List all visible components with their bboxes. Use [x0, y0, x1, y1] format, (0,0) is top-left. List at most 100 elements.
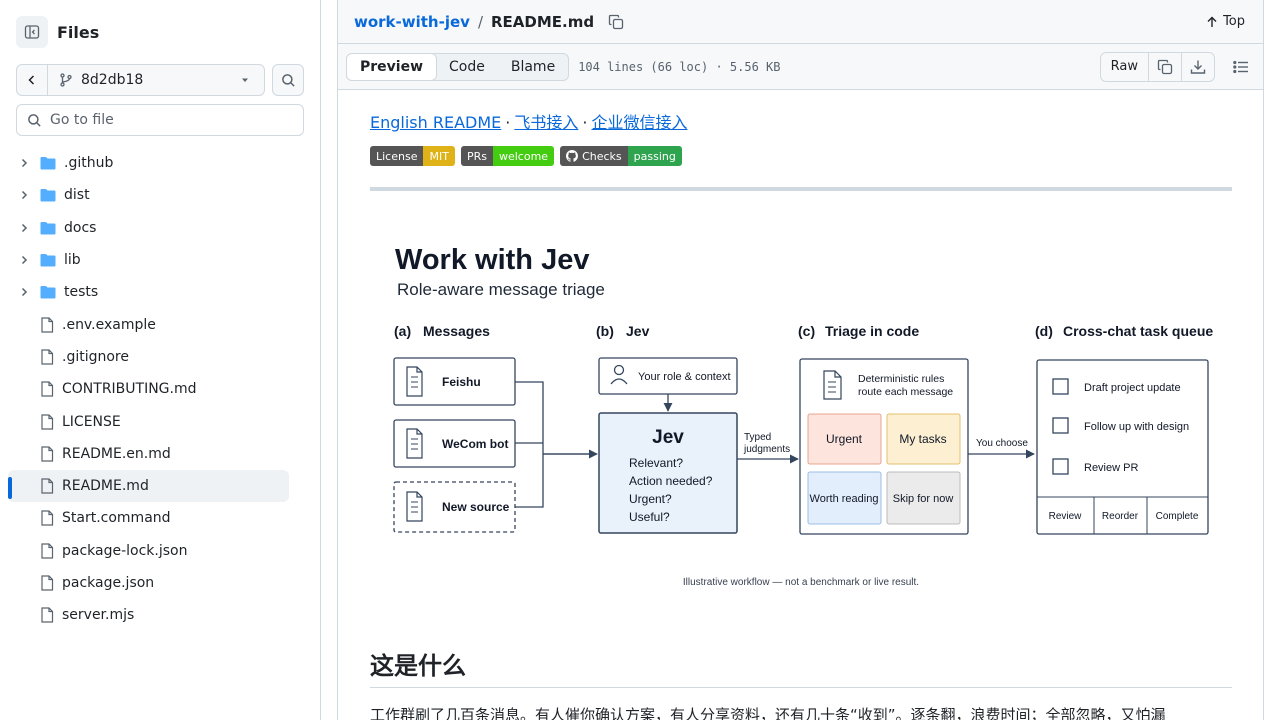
svg-text:Review PR: Review PR	[1084, 462, 1138, 474]
sidebar-collapse-icon	[24, 25, 40, 39]
sidebar-title: Files	[57, 22, 100, 42]
copy-raw-button[interactable]	[1148, 52, 1181, 81]
section-c-title: Triage in code	[825, 323, 919, 339]
tree-item-gitignore[interactable]: .gitignore	[8, 341, 289, 373]
folder-icon	[40, 157, 56, 170]
arrow-you-choose-label: You choose	[976, 438, 1028, 449]
svg-text:WeCom bot: WeCom bot	[442, 437, 508, 451]
link-english-readme[interactable]: English README	[370, 113, 501, 132]
git-branch-icon	[60, 73, 72, 87]
collapse-sidebar-button[interactable]	[16, 16, 48, 48]
link-feishu[interactable]: 飞书接入	[514, 113, 578, 132]
tree-item-label: LICENSE	[62, 413, 121, 430]
source-new: New source	[393, 481, 516, 533]
file-icon	[41, 349, 54, 365]
tab-blame[interactable]: Blame	[498, 54, 568, 80]
list-icon	[1233, 60, 1248, 73]
tree-item-env-example[interactable]: .env.example	[8, 308, 289, 340]
badges: License MIT PRs welcome Checks passing	[370, 146, 1232, 166]
tree-item-label: tests	[64, 284, 99, 301]
back-button[interactable]	[17, 65, 48, 95]
svg-text:route each message: route each message	[858, 386, 953, 398]
tree-item-label: README.md	[62, 478, 149, 495]
svg-text:Follow up with design: Follow up with design	[1084, 421, 1189, 433]
file-icon	[41, 413, 54, 430]
svg-text:Action needed?: Action needed?	[629, 474, 713, 488]
tree-item-lib[interactable]: lib	[8, 244, 289, 276]
file-toolbar: Preview Code Blame 104 lines (66 loc) · …	[338, 44, 1263, 90]
tree-item-github[interactable]: .github	[8, 147, 289, 179]
tree-item-start-command[interactable]: Start.command	[8, 502, 289, 534]
copy-icon	[1157, 59, 1173, 74]
branch-selector[interactable]: 8d2db18	[16, 64, 265, 96]
github-icon	[566, 150, 579, 162]
svg-text:Review: Review	[1049, 511, 1083, 522]
breadcrumb-repo-link[interactable]: work-with-jev	[354, 13, 470, 31]
svg-text:Your role & context: Your role & context	[638, 371, 731, 383]
folder-icon	[40, 286, 56, 299]
tree-item-label: package-lock.json	[62, 542, 188, 559]
tree-item-server[interactable]: server.mjs	[8, 599, 289, 631]
file-actions: Raw	[1099, 51, 1215, 82]
tree-item-contributing[interactable]: CONTRIBUTING.md	[8, 373, 289, 405]
figure-title: Work with Jev	[395, 244, 589, 276]
chevron-left-icon	[28, 75, 35, 85]
go-to-file-field[interactable]	[16, 104, 304, 136]
tree-item-license[interactable]: LICENSE	[8, 405, 289, 437]
triage-box: Deterministic rules route each message U…	[799, 358, 969, 535]
divider	[370, 187, 1232, 191]
license-badge[interactable]: License MIT	[370, 146, 455, 166]
link-wecom[interactable]: 企业微信接入	[591, 113, 687, 132]
search-icon	[281, 73, 295, 87]
section-heading: 这是什么	[370, 646, 1232, 688]
svg-text:Feishu: Feishu	[442, 375, 481, 389]
breadcrumb-separator: /	[477, 12, 483, 31]
svg-text:Jev: Jev	[652, 427, 684, 448]
svg-text:Skip for now: Skip for now	[893, 493, 954, 505]
chevron-right-icon	[21, 288, 28, 297]
svg-text:Complete: Complete	[1156, 511, 1199, 522]
tree-item-label: .env.example	[62, 316, 156, 333]
tree-item-readme[interactable]: README.md	[8, 469, 289, 503]
workflow-figure: Work with Jev Role-aware message triage …	[370, 224, 1232, 604]
download-button[interactable]	[1181, 52, 1214, 81]
section-a-tag: (a)	[394, 323, 411, 339]
tree-item-package-lock[interactable]: package-lock.json	[8, 535, 289, 567]
outline-button[interactable]	[1233, 59, 1249, 75]
tree-item-label: lib	[64, 252, 81, 269]
svg-text:Draft project update: Draft project update	[1084, 382, 1181, 394]
file-icon	[41, 446, 54, 462]
tree-item-label: README.en.md	[62, 445, 171, 462]
copy-path-button[interactable]	[608, 14, 624, 30]
file-icon	[41, 543, 54, 559]
section-b-tag: (b)	[596, 323, 614, 339]
tree-item-dist[interactable]: dist	[8, 179, 289, 211]
tree-item-label: Start.command	[62, 510, 171, 527]
search-button[interactable]	[272, 64, 304, 96]
raw-button[interactable]: Raw	[1101, 53, 1148, 81]
top-button[interactable]: Top	[1206, 14, 1245, 29]
source-feishu: Feishu	[393, 357, 516, 406]
tree-item-label: CONTRIBUTING.md	[62, 381, 197, 398]
file-icon	[41, 575, 54, 591]
tree-item-docs[interactable]: docs	[8, 212, 289, 244]
prs-badge[interactable]: PRs welcome	[460, 146, 555, 166]
section-b-title: Jev	[626, 323, 650, 339]
chevron-right-icon	[21, 223, 28, 232]
tab-code[interactable]: Code	[436, 54, 498, 80]
section-d-title: Cross-chat task queue	[1063, 323, 1213, 339]
download-icon	[1190, 60, 1206, 74]
tree-item-readme-en[interactable]: README.en.md	[8, 438, 289, 470]
tab-preview[interactable]: Preview	[346, 52, 438, 81]
branch-name: 8d2db18	[81, 72, 144, 88]
sidebar-header: Files	[16, 16, 99, 48]
section-d-tag: (d)	[1035, 323, 1053, 339]
tree-item-tests[interactable]: tests	[8, 276, 289, 308]
tree-item-package-json[interactable]: package.json	[8, 567, 289, 599]
section-a-title: Messages	[423, 323, 490, 339]
jev-box: Jev Relevant? Action needed? Urgent? Use…	[598, 412, 738, 534]
go-to-file-input[interactable]	[50, 112, 290, 128]
checks-badge[interactable]: Checks passing	[560, 146, 682, 166]
file-icon	[41, 607, 54, 623]
tree-item-label: .gitignore	[62, 348, 129, 365]
